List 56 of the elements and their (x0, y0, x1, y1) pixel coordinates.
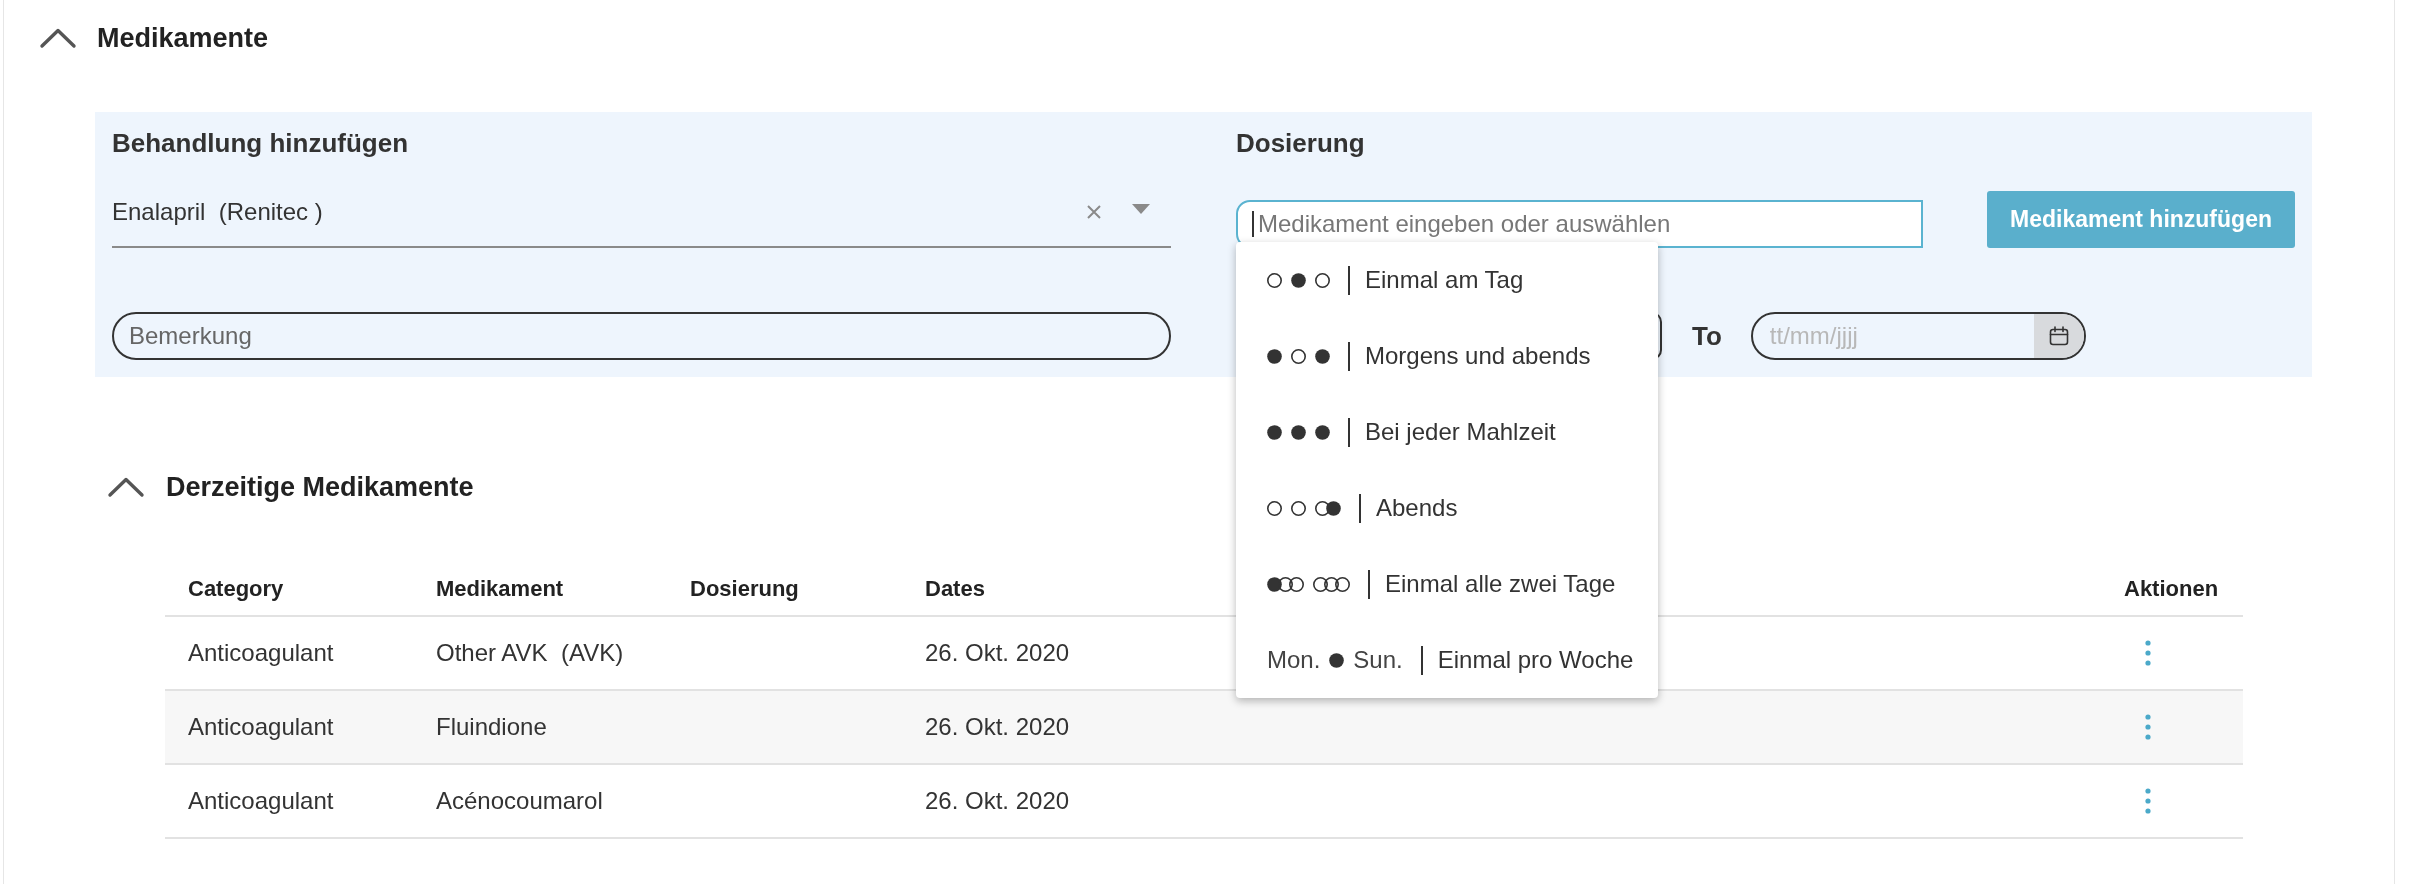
table-cell-text: Acénocoumarol (435, 787, 603, 815)
overlapping-circles-icon (1313, 576, 1350, 592)
dose-circle-icon (1315, 348, 1330, 364)
dropdown-option[interactable]: Bei jeder Mahlzeit (1236, 394, 1658, 470)
overlapping-circles-icon (1267, 576, 1304, 592)
text-cursor-icon (1252, 211, 1254, 237)
dosage-input[interactable]: Medikament eingeben oder auswählen (1236, 200, 1923, 248)
kebab-menu-icon[interactable] (2145, 788, 2151, 814)
chevron-up-icon[interactable] (108, 477, 144, 497)
table-cell-text: Fluindione (435, 713, 547, 741)
column-header: Category (187, 576, 284, 602)
caret-icon[interactable] (1132, 203, 1150, 214)
calendar-icon (2048, 326, 2069, 346)
dose-circle-icon (1315, 272, 1330, 288)
column-header: Medikament (435, 576, 564, 602)
dose-circle-icon (1267, 348, 1282, 364)
calendar-button[interactable] (2033, 314, 2084, 358)
medication-select[interactable]: Enalapril (Renitec ) (112, 191, 1171, 248)
table-cell-text: 26. Okt. 2020 (924, 639, 1070, 667)
dose-circle-icon (1291, 272, 1306, 288)
form-heading: Dosierung (1236, 128, 1365, 158)
table-cell-text: Anticoagulant (187, 713, 334, 741)
dose-circle-icon (1329, 652, 1345, 668)
dropdown-option[interactable]: Abends (1236, 470, 1658, 546)
dropdown-option[interactable]: Morgens und abends (1236, 318, 1658, 394)
date-field[interactable]: tt/mm/jjjj (1750, 312, 2086, 360)
dose-circle-icon (1267, 424, 1282, 440)
section-title: Derzeitige Medikamente (166, 472, 474, 502)
dropdown-option[interactable]: Mon. Sun. Einmal pro Woche (1236, 622, 1658, 698)
dose-circle-icon (1291, 500, 1306, 516)
dose-circle-icon (1291, 348, 1306, 364)
to-label: To (1692, 320, 1722, 352)
weekday-label: Sun. (1353, 646, 1403, 674)
kebab-menu-icon[interactable] (2145, 714, 2151, 740)
column-header: Dates (924, 576, 985, 602)
remark-input[interactable]: Bemerkung (112, 312, 1171, 360)
column-header: Aktionen (2123, 576, 2219, 602)
dose-circle-icon (1291, 424, 1306, 440)
overlapping-circles-icon (1315, 500, 1341, 516)
dose-circle-icon (1315, 424, 1330, 440)
section-title: Medikamente (97, 23, 269, 53)
dropdown-option[interactable]: Einmal alle zwei Tage (1236, 546, 1658, 622)
dose-circle-icon (1267, 272, 1282, 288)
dose-circle-icon (1267, 500, 1282, 516)
clear-icon[interactable] (1087, 204, 1101, 219)
table-cell-text: Other AVK (AVK) (435, 639, 624, 667)
table-cell-text: 26. Okt. 2020 (924, 787, 1070, 815)
chevron-up-icon[interactable] (40, 28, 76, 48)
table-cell-text: Anticoagulant (187, 639, 334, 667)
kebab-menu-icon[interactable] (2145, 640, 2151, 666)
column-header: Dosierung (689, 576, 799, 602)
table-cell-text: Anticoagulant (187, 787, 334, 815)
weekday-label: Mon. (1267, 646, 1321, 674)
date-input[interactable]: tt/mm/jjjj (1752, 314, 2034, 358)
form-heading: Behandlung hinzufügen (112, 128, 409, 158)
table-cell-text: 26. Okt. 2020 (924, 713, 1070, 741)
